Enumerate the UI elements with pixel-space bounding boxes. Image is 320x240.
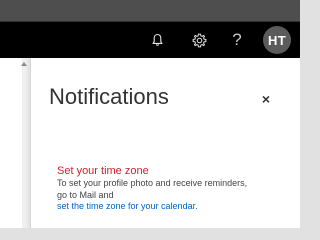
notification-body-line: go to Mail and <box>57 189 114 200</box>
title-strip <box>0 0 300 22</box>
close-button[interactable]: × <box>257 90 275 108</box>
background-content-pane <box>0 58 22 228</box>
settings-button[interactable] <box>186 22 212 58</box>
notification-body: To set your profile photo and receive re… <box>57 178 300 201</box>
app-header: ? HT <box>0 22 300 58</box>
notifications-button[interactable] <box>145 22 169 58</box>
notification-body-line: To set your profile photo and receive re… <box>57 178 248 188</box>
app-window: ? HT Notifications × Set your time zone … <box>0 0 300 228</box>
gear-icon <box>192 33 206 47</box>
notification-item: Set your time zone To set your profile p… <box>57 164 300 213</box>
close-icon: × <box>261 91 271 107</box>
help-button[interactable]: ? <box>226 22 248 58</box>
panel-title: Notifications <box>49 84 169 109</box>
background-scroll-gutter <box>22 58 30 228</box>
scroll-up-icon[interactable] <box>21 62 27 66</box>
help-icon: ? <box>232 30 242 49</box>
bell-icon <box>151 33 163 46</box>
avatar: HT <box>263 26 291 54</box>
set-time-zone-link[interactable]: set the time zone for your calendar. <box>57 201 300 213</box>
notification-title: Set your time zone <box>57 165 149 177</box>
notifications-panel: Notifications × Set your time zone To se… <box>30 58 300 228</box>
account-button[interactable]: HT <box>261 26 293 54</box>
